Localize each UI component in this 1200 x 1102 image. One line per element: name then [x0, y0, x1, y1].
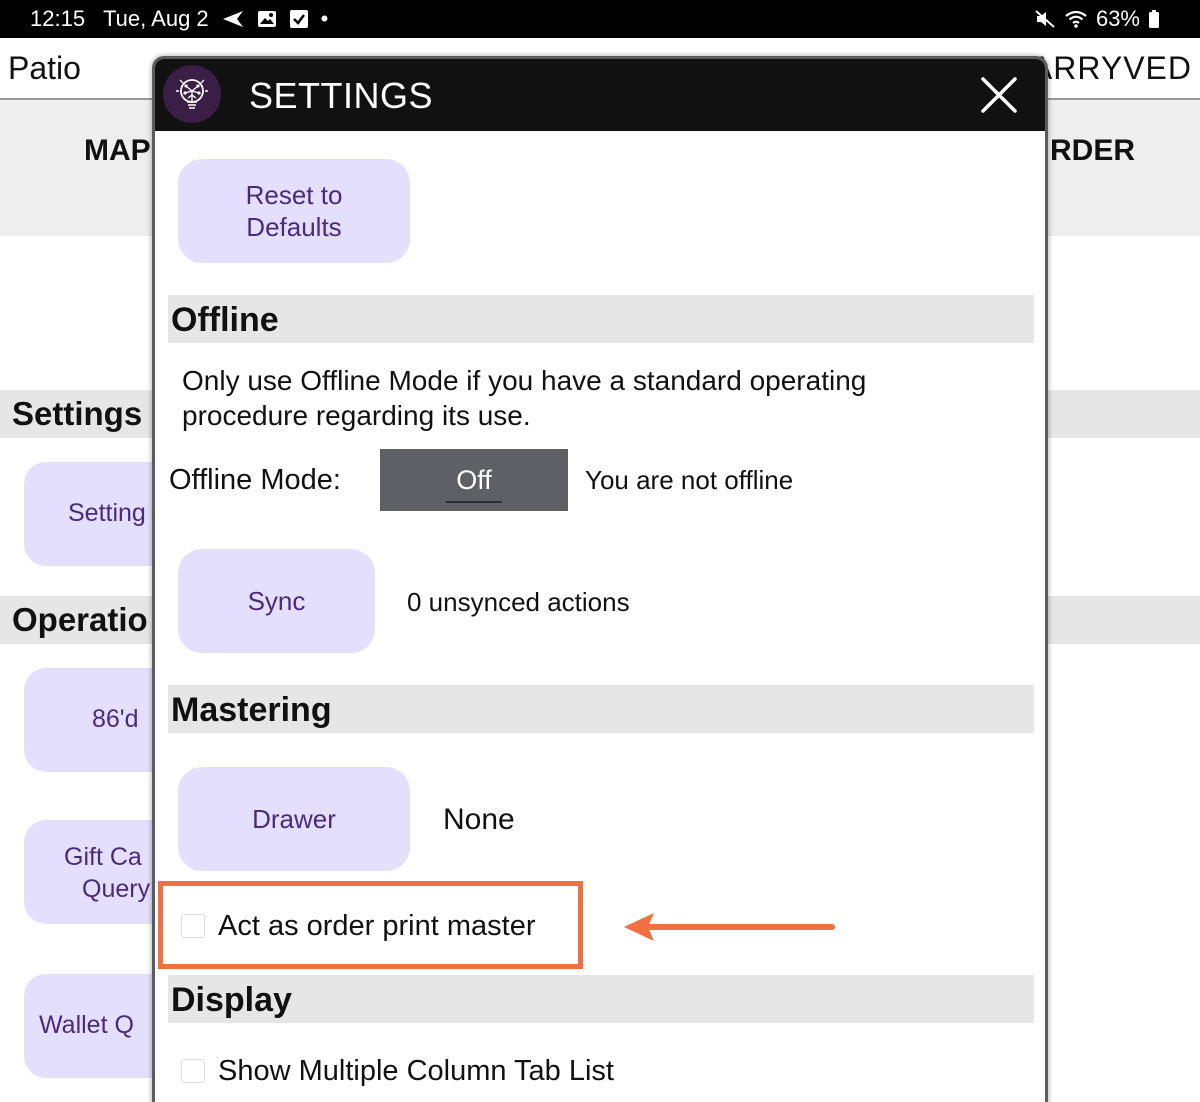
section-mastering: Mastering — [168, 685, 1034, 733]
wallet-query-label: Wallet Q — [39, 1011, 134, 1040]
mastering-heading: Mastering — [171, 691, 332, 729]
86d-button-label: 86'd — [92, 705, 139, 734]
close-icon[interactable] — [977, 73, 1021, 117]
drawer-label: Drawer — [252, 803, 336, 834]
brand-name: ARRYVED — [1030, 50, 1192, 86]
mute-icon — [1034, 9, 1056, 29]
sync-button[interactable]: Sync — [178, 549, 375, 653]
section-settings-label: Settings — [12, 395, 143, 432]
tab-order[interactable]: RDER — [1050, 134, 1135, 168]
toggle-underline — [446, 501, 502, 503]
battery-icon — [1148, 9, 1160, 29]
gift-card-line2: Query — [82, 875, 151, 903]
modal-header: SETTINGS — [155, 59, 1045, 131]
offline-heading: Offline — [171, 301, 279, 339]
send-icon — [221, 9, 245, 29]
checkbox-icon — [289, 9, 309, 29]
offline-description-line2: procedure regarding its use. — [182, 400, 531, 431]
brain-logo-icon — [163, 65, 221, 123]
settings-button-label: Setting — [68, 499, 146, 528]
unsynced-count: 0 unsynced actions — [407, 587, 630, 617]
status-date: Tue, Aug 2 — [103, 6, 209, 31]
status-bar: 12:15 Tue, Aug 2 • 63% — [0, 0, 1200, 38]
offline-description: Only use Offline Mode if you have a stan… — [182, 363, 866, 433]
status-time: 12:15 — [30, 6, 86, 31]
offline-mode-toggle[interactable]: Off — [380, 449, 568, 511]
location-label[interactable]: Patio — [8, 50, 81, 87]
arrow-left-icon — [624, 913, 835, 941]
status-dot: • — [320, 6, 329, 31]
drawer-button[interactable]: Drawer — [178, 767, 410, 871]
reset-defaults-button[interactable]: Reset to Defaults — [178, 159, 410, 263]
highlight-box — [158, 881, 583, 969]
display-heading: Display — [171, 981, 292, 1019]
image-icon — [257, 9, 277, 29]
section-display: Display — [168, 975, 1034, 1023]
section-operations-label: Operatio — [12, 601, 148, 638]
modal-title: SETTINGS — [249, 75, 434, 116]
offline-mode-label: Offline Mode: — [169, 464, 341, 496]
offline-status: You are not offline — [585, 465, 794, 495]
offline-description-line1: Only use Offline Mode if you have a stan… — [182, 365, 867, 396]
multi-column-label[interactable]: Show Multiple Column Tab List — [218, 1055, 614, 1088]
gift-card-line1: Gift Ca — [64, 843, 142, 871]
multi-column-checkbox[interactable] — [181, 1059, 205, 1083]
sync-label: Sync — [247, 585, 306, 616]
section-offline: Offline — [168, 295, 1034, 343]
reset-line2: Defaults — [246, 212, 342, 242]
drawer-value: None — [443, 803, 515, 836]
reset-line1: Reset to — [245, 179, 343, 210]
battery-percent: 63% — [1095, 6, 1140, 31]
wifi-icon — [1064, 9, 1088, 29]
tab-map[interactable]: MAP — [84, 134, 151, 168]
offline-toggle-value: Off — [456, 464, 492, 495]
